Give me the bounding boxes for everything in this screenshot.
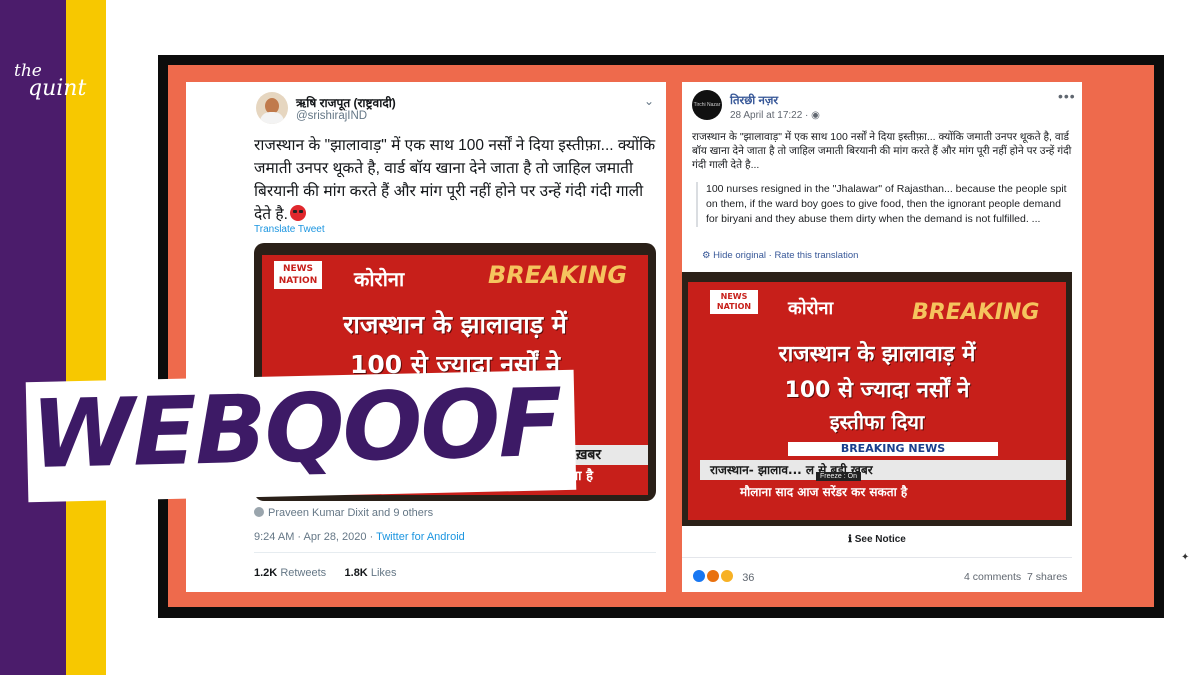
- news-nation-logo: NEWS NATION: [710, 290, 758, 314]
- facebook-page-name[interactable]: तिरछी नज़र: [730, 93, 778, 108]
- facebook-post-text: राजस्थान के "झालावाड़" में एक साथ 100 नर…: [692, 131, 1072, 171]
- tv-freeze-label: Freeze : On: [816, 472, 861, 481]
- gear-icon[interactable]: ⚙: [702, 250, 711, 261]
- see-notice-label: See Notice: [854, 534, 906, 545]
- tweet-author-name[interactable]: ऋषि राजपूत (राष्ट्रवादी): [296, 94, 396, 111]
- see-notice-button[interactable]: ℹ See Notice: [682, 534, 1072, 545]
- tv-headline-line2: 100 से ज्यादा नर्सों ने: [784, 378, 970, 403]
- sad-reaction-icon: [720, 569, 735, 583]
- logo-word-quint: quint: [28, 76, 87, 101]
- tweet-card: ऋषि राजपूत (राष्ट्रवादी) @srishirajIND ⌄…: [186, 82, 666, 592]
- tweet-text: राजस्थान के "झालावाड़" में एक साथ 100 नर…: [254, 134, 659, 226]
- translate-tweet-link[interactable]: Translate Tweet: [254, 224, 325, 235]
- facebook-post-card: Tirchi Nazar तिरछी नज़र 28 April at 17:2…: [682, 82, 1082, 592]
- tv-corona-label: कोरोना: [354, 267, 405, 291]
- likes-label[interactable]: Likes: [371, 567, 397, 579]
- comments-link[interactable]: 4 comments: [964, 571, 1021, 583]
- tv-ticker: राजस्थान- झालाव... ल से बड़ी ख़बर: [700, 460, 1066, 480]
- retweets-count[interactable]: 1.2K: [254, 567, 277, 579]
- tweet-source-link[interactable]: Twitter for Android: [376, 531, 465, 543]
- shares-link[interactable]: 7 shares: [1027, 571, 1067, 583]
- tv-corona-label: कोरोना: [788, 298, 834, 319]
- divider: [254, 552, 656, 553]
- page-avatar[interactable]: Tirchi Nazar: [692, 90, 722, 120]
- avatar[interactable]: [256, 92, 288, 124]
- webqoof-title: WEBQOOF: [29, 368, 562, 490]
- brand-stripe-purple: [0, 0, 66, 675]
- tv-headline-line3: इस्तीफा दिया: [829, 410, 925, 434]
- person-icon: [254, 507, 264, 517]
- angry-face-emoji-icon: [289, 205, 306, 221]
- engagement-counts: 4 comments 7 shares: [964, 571, 1067, 583]
- pointer-mark-icon: ✦: [1181, 552, 1190, 563]
- facebook-post-image[interactable]: NEWS NATION कोरोना BREAKING राजस्थान के …: [682, 272, 1072, 526]
- tweet-time[interactable]: 9:24 AM · Apr 28, 2020 ·: [254, 531, 376, 543]
- likes-count[interactable]: 1.8K: [345, 567, 368, 579]
- the-quint-logo: the quint: [14, 62, 94, 101]
- tv-breaking-news-bar: BREAKING NEWS: [788, 442, 998, 456]
- angry-reaction-icon: [706, 569, 721, 583]
- rate-translation-link[interactable]: Rate this translation: [774, 250, 858, 261]
- divider: [682, 557, 1072, 558]
- reactions-count: 36: [742, 572, 755, 584]
- retweets-label[interactable]: Retweets: [280, 567, 326, 579]
- chevron-down-icon[interactable]: ⌄: [644, 94, 654, 108]
- tweet-author-handle[interactable]: @srishirajIND: [296, 110, 367, 122]
- tv-ticker-secondary: मौलाना साद आज सरेंडर कर सकता है: [700, 482, 1066, 502]
- more-options-icon[interactable]: •••: [1058, 88, 1076, 104]
- reactions[interactable]: 36: [692, 569, 754, 584]
- tv-screen: NEWS NATION कोरोना BREAKING राजस्थान के …: [688, 282, 1066, 520]
- news-nation-logo: NEWS NATION: [274, 261, 322, 289]
- tv-breaking-label: BREAKING: [912, 300, 1040, 325]
- facebook-post-date: 28 April at 17:22 · ◉: [730, 110, 820, 121]
- brand-stripe-yellow: [66, 0, 106, 675]
- translation-controls: ⚙ Hide original · Rate this translation: [702, 250, 858, 261]
- post-date-text[interactable]: 28 April at 17:22 ·: [730, 110, 811, 121]
- tv-breaking-label: BREAKING: [488, 261, 628, 289]
- info-icon: ℹ: [848, 534, 855, 545]
- liked-by[interactable]: Praveen Kumar Dixit and 9 others: [254, 507, 433, 519]
- tweet-body: राजस्थान के "झालावाड़" में एक साथ 100 नर…: [254, 137, 656, 223]
- tv-headline-line1: राजस्थान के झालावाड़ में: [778, 342, 976, 367]
- hide-original-link[interactable]: Hide original: [713, 250, 766, 261]
- tv-headline-line1: राजस्थान के झालावाड़ में: [343, 310, 567, 339]
- tweet-stats: 1.2K Retweets 1.8K Likes: [254, 567, 397, 579]
- facebook-translation-text: 100 nurses resigned in the "Jhalawar" of…: [696, 182, 1076, 227]
- globe-icon: ◉: [811, 110, 820, 121]
- like-reaction-icon: [692, 569, 706, 583]
- liked-by-label: Praveen Kumar Dixit and 9 others: [268, 507, 434, 519]
- tweet-timestamp: 9:24 AM · Apr 28, 2020 · Twitter for And…: [254, 531, 465, 543]
